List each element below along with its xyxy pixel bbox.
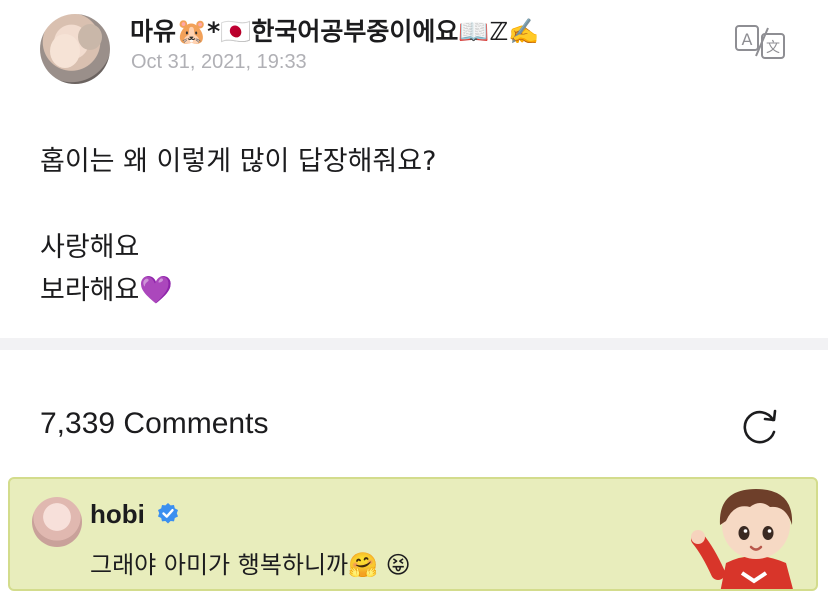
reply-author-name[interactable]: hobi — [90, 499, 145, 530]
post-body-line: 보라해요💜 — [40, 275, 173, 306]
post-timestamp: Oct 31, 2021, 19:33 — [131, 51, 307, 73]
svg-text:文: 文 — [766, 40, 780, 56]
character-sticker-icon — [691, 489, 793, 589]
svg-text:A: A — [742, 30, 753, 49]
refresh-icon[interactable] — [740, 406, 780, 446]
post-body-line — [40, 183, 436, 226]
post-body-line: 사랑해요 — [40, 232, 140, 263]
avatar-photo-part — [50, 34, 80, 68]
post-author-avatar[interactable] — [40, 14, 110, 84]
translate-icon[interactable]: A 文 — [734, 24, 786, 60]
artist-reply-card[interactable]: hobi 그래야 아미가 행복하니까🤗 😝 — [8, 477, 818, 591]
post-author-name[interactable]: 마유🐹*🇯🇵한국어공부중이에요📖ℤ✍️ — [130, 12, 539, 48]
post-body: 홉이는 왜 이렇게 많이 답장해줘요? 사랑해요 보라해요💜 — [40, 140, 436, 312]
comments-count: 7,339 Comments — [40, 407, 269, 440]
verified-badge-icon — [158, 503, 178, 524]
section-divider — [0, 338, 828, 350]
reply-text: 그래야 아미가 행복하니까🤗 😝 — [90, 551, 411, 579]
avatar-photo-part — [78, 24, 102, 50]
reply-author-avatar[interactable] — [32, 497, 82, 547]
post-body-line: 홉이는 왜 이렇게 많이 답장해줘요? — [40, 146, 437, 177]
